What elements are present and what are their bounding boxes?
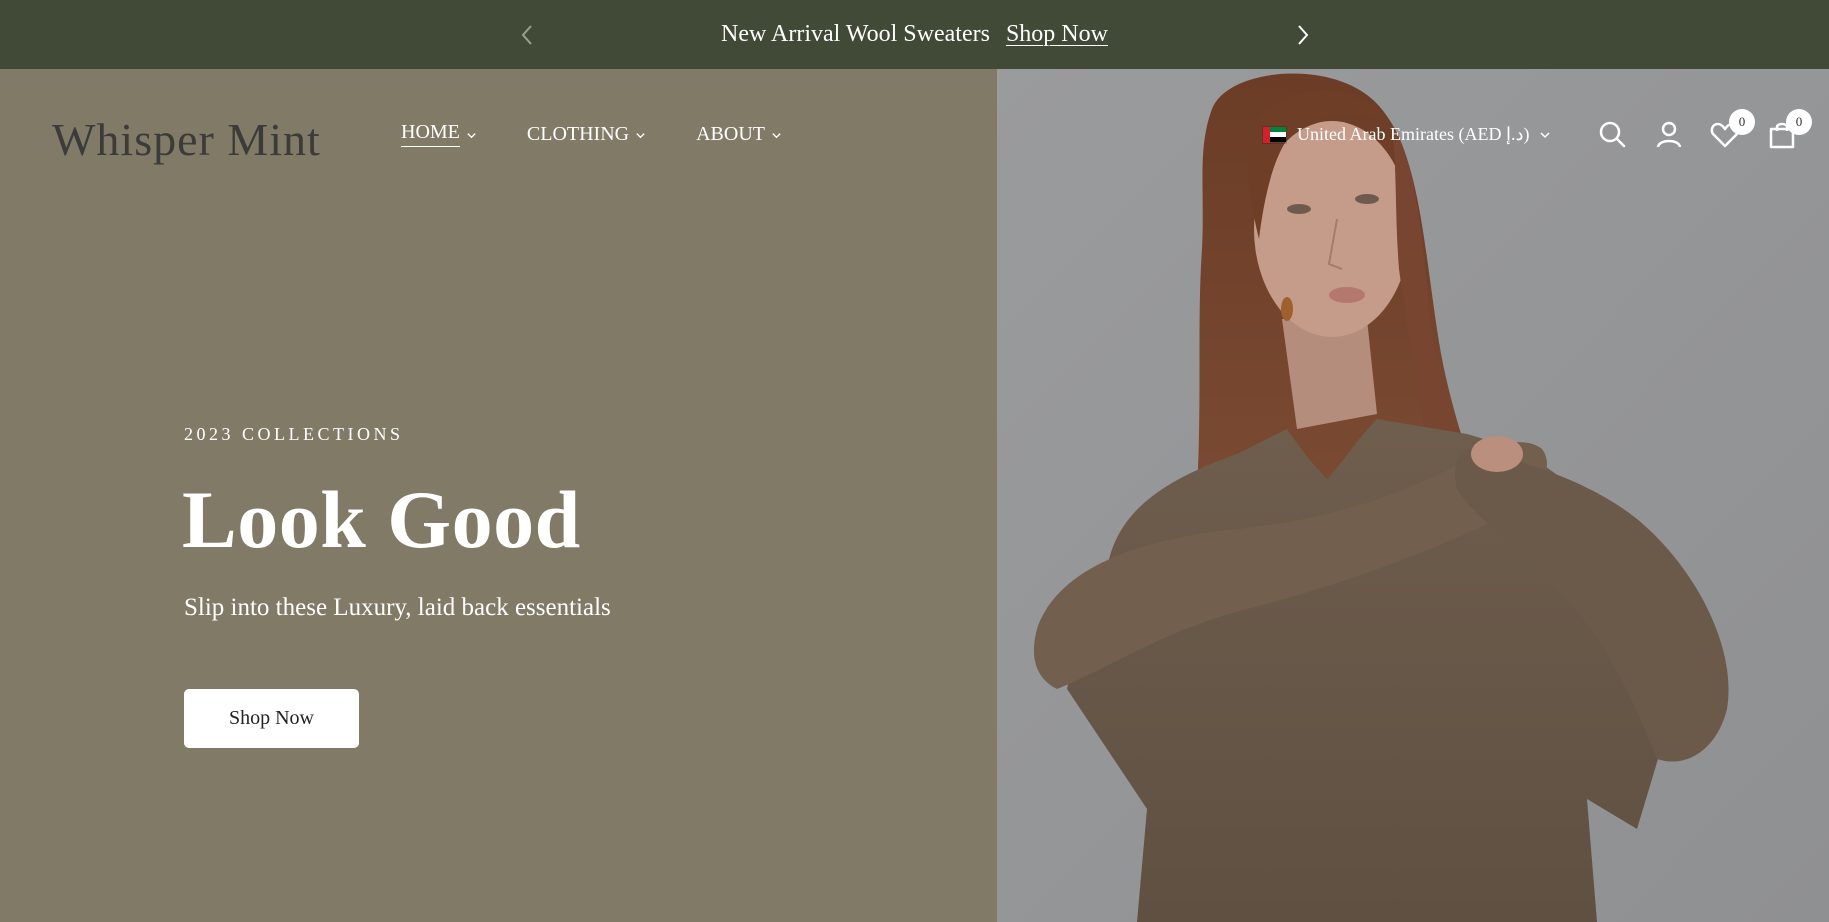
search-button[interactable] [1597,119,1629,151]
wishlist-count-badge: 0 [1729,109,1755,135]
cart-count-badge: 0 [1786,109,1812,135]
announcement-text: New Arrival Wool Sweaters [721,21,990,47]
chevron-left-icon [521,25,532,45]
chevron-down-icon [1540,131,1551,138]
hero-subtext: Slip into these Luxury, laid back essent… [184,594,611,621]
nav-item-label: ABOUT [696,122,765,145]
announcement-prev-button[interactable] [512,20,542,50]
nav-item-clothing[interactable]: CLOTHING [527,121,646,147]
chevron-right-icon [1298,25,1309,45]
chevron-down-icon [636,132,645,138]
nav-item-home[interactable]: HOME [401,121,477,147]
announcement-bar: New Arrival Wool Sweaters Shop Now [0,0,1829,69]
account-button[interactable] [1653,119,1685,151]
nav-item-label: CLOTHING [526,122,630,145]
chevron-down-icon [772,132,781,138]
country-currency-selector[interactable]: United Arab Emirates (AED د.إ) [1262,124,1551,145]
nav-item-label: HOME [401,121,460,147]
hero-shop-now-button[interactable]: Shop Now [184,689,359,748]
announcement-message: New Arrival Wool Sweaters Shop Now [721,21,1108,48]
hero-eyebrow: 2023 COLLECTIONS [184,424,404,444]
announcement-next-button[interactable] [1288,20,1318,50]
site-header: Whisper Mint HOME CLOTHING ABOUT United … [0,69,1829,197]
nav-item-about[interactable]: ABOUT [696,121,782,147]
chevron-down-icon [467,132,476,138]
cart-button[interactable]: 0 [1766,109,1812,151]
main-nav: HOME CLOTHING ABOUT [401,121,782,147]
uae-flag-icon [1262,125,1287,144]
site-logo[interactable]: Whisper Mint [52,113,321,166]
announcement-shop-now-link[interactable]: Shop Now [1006,21,1108,48]
locale-label: United Arab Emirates (AED د.إ) [1297,124,1530,144]
user-icon [1656,121,1682,148]
wishlist-button[interactable]: 0 [1709,109,1755,151]
search-icon [1599,121,1626,148]
hero-headline: Look Good [182,474,581,565]
